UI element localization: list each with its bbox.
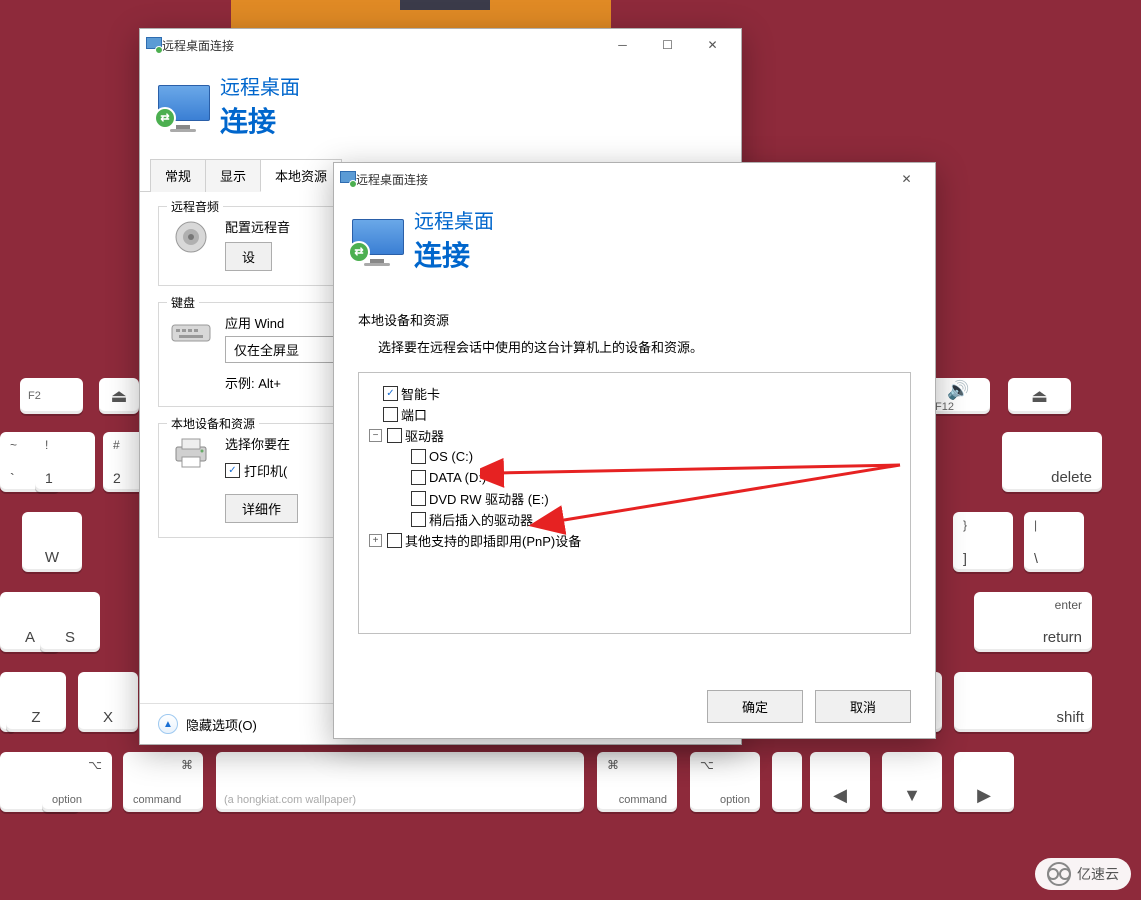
tree-item-drives[interactable]: − 驱动器	[369, 425, 900, 446]
key-ctrl-right	[772, 752, 802, 812]
rdc-icon	[340, 171, 356, 187]
tab-general[interactable]: 常规	[150, 159, 206, 192]
banner-subtitle: 连接	[220, 100, 300, 140]
desktop: F2 ⏏ 🔊F12 ⏏ ~` !1 #2 delete W }] |\ A S …	[0, 0, 1141, 900]
printer-icon	[171, 434, 211, 474]
key-eject: ⏏	[1008, 378, 1071, 414]
tree-label: 其他支持的即插即用(PnP)设备	[405, 531, 581, 550]
collapse-icon[interactable]: ▲	[158, 714, 178, 734]
rdc-logo-icon: ⇄	[352, 219, 402, 261]
watermark: 亿速云	[1035, 858, 1131, 890]
checkbox[interactable]	[383, 407, 398, 422]
tab-display[interactable]: 显示	[205, 159, 261, 192]
watermark-icon	[1047, 862, 1071, 886]
hide-options-link[interactable]: 隐藏选项(O)	[186, 715, 257, 734]
key-cmd-right: ⌘command	[597, 752, 677, 812]
key-down: ▼	[882, 752, 942, 812]
key-f2: F2	[20, 378, 83, 414]
checkbox[interactable]	[387, 533, 402, 548]
watermark-text: 亿速云	[1077, 864, 1119, 884]
section-desc: 选择要在远程会话中使用的这台计算机上的设备和资源。	[334, 333, 935, 372]
checkbox[interactable]	[383, 386, 398, 401]
checkbox[interactable]	[411, 449, 426, 464]
banner-title: 远程桌面	[220, 71, 300, 100]
key-opt-left: ⌥option	[42, 752, 112, 812]
checkbox[interactable]	[411, 491, 426, 506]
banner-subtitle: 连接	[414, 234, 494, 274]
maximize-button[interactable]: ☐	[645, 29, 690, 61]
titlebar[interactable]: 远程桌面连接 ─ ☐ ✕	[140, 29, 741, 61]
key-backslash: |\	[1024, 512, 1084, 572]
rdc-icon	[146, 37, 162, 53]
tree-label: DATA (D:)	[429, 470, 486, 485]
tree-label: DVD RW 驱动器 (E:)	[429, 489, 549, 508]
key-vol: 🔊F12	[927, 378, 990, 414]
banner: ⇄ 远程桌面 连接	[334, 195, 935, 292]
tree-item-ports[interactable]: 端口	[383, 404, 900, 425]
tree-item-smartcard[interactable]: 智能卡	[383, 383, 900, 404]
key-shift-right: shift	[954, 672, 1092, 732]
group-label: 远程音频	[167, 198, 223, 215]
tree-label: 驱动器	[405, 426, 444, 445]
banner: ⇄ 远程桌面 连接	[140, 61, 741, 158]
printer-label: 打印机(	[244, 461, 287, 480]
key-z: Z	[6, 672, 66, 732]
section-title: 本地设备和资源	[334, 292, 935, 333]
tab-local-resources[interactable]: 本地资源	[260, 159, 342, 192]
device-tree: 智能卡 端口 − 驱动器 OS (C:) DATA (D:) DVD RW	[358, 372, 911, 634]
key-left: ◀	[810, 752, 870, 812]
tree-label: 智能卡	[401, 384, 440, 403]
checkbox[interactable]	[387, 428, 402, 443]
key-s: S	[40, 592, 100, 652]
close-button[interactable]: ✕	[884, 163, 929, 195]
key-x: X	[78, 672, 138, 732]
key-opt-right: ⌥option	[690, 752, 760, 812]
cancel-button[interactable]: 取消	[815, 690, 911, 723]
checkbox[interactable]	[411, 470, 426, 485]
keyboard-icon	[171, 313, 211, 353]
window-title: 远程桌面连接	[356, 171, 428, 188]
key-right: ▶	[954, 752, 1014, 812]
titlebar[interactable]: 远程桌面连接 ✕	[334, 163, 935, 195]
ok-button[interactable]: 确定	[707, 690, 803, 723]
window-title: 远程桌面连接	[162, 37, 234, 54]
key-delete: delete	[1002, 432, 1102, 492]
tree-item-drive-e[interactable]: DVD RW 驱动器 (E:)	[411, 488, 900, 509]
details-button[interactable]: 详细作	[225, 494, 298, 523]
rdc-logo-icon: ⇄	[158, 85, 208, 127]
printer-checkbox[interactable]	[225, 463, 240, 478]
expand-icon[interactable]: +	[369, 534, 382, 547]
key-cmd-left: ⌘command	[123, 752, 203, 812]
group-label: 键盘	[167, 294, 199, 311]
tree-label: OS (C:)	[429, 449, 473, 464]
background-decoration	[400, 0, 490, 10]
tree-label: 稍后插入的驱动器	[429, 510, 533, 529]
tree-item-drive-later[interactable]: 稍后插入的驱动器	[411, 509, 900, 530]
banner-title: 远程桌面	[414, 205, 494, 234]
tree-label: 端口	[401, 405, 427, 424]
key-1: !1	[35, 432, 95, 492]
tree-item-pnp[interactable]: + 其他支持的即插即用(PnP)设备	[369, 530, 900, 551]
key-w: W	[22, 512, 82, 572]
group-label: 本地设备和资源	[167, 415, 259, 432]
close-button[interactable]: ✕	[690, 29, 735, 61]
minimize-button[interactable]: ─	[600, 29, 645, 61]
tree-item-drive-c[interactable]: OS (C:)	[411, 446, 900, 467]
dialog-footer: 确定 取消	[334, 634, 935, 745]
rdc-local-resources-dialog: 远程桌面连接 ✕ ⇄ 远程桌面 连接 本地设备和资源 选择要在远程会话中使用的这…	[333, 162, 936, 739]
key-enter: enterreturn	[974, 592, 1092, 652]
tree-item-drive-d[interactable]: DATA (D:)	[411, 467, 900, 488]
audio-settings-button[interactable]: 设	[225, 242, 272, 271]
checkbox[interactable]	[411, 512, 426, 527]
key-bracket: }]	[953, 512, 1013, 572]
key-space: (a hongkiat.com wallpaper)	[216, 752, 584, 812]
speaker-icon	[171, 217, 211, 257]
key-fn: ⏏	[99, 378, 139, 414]
collapse-icon[interactable]: −	[369, 429, 382, 442]
